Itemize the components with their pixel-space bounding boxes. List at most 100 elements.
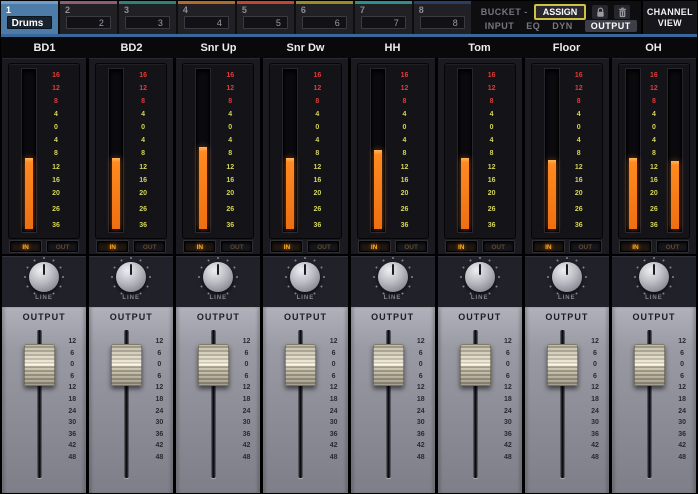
output-section: OUTPUT 12 6 0 6 12 18 24 30 36 42 48 — [176, 307, 261, 493]
trash-icon[interactable] — [614, 5, 631, 19]
scale-tick-label: 42 — [155, 442, 164, 450]
out-button[interactable]: OUT — [47, 241, 79, 252]
scale-tick-label: 12 — [487, 85, 496, 93]
bucket-name-field[interactable]: Drums — [7, 16, 52, 29]
line-knob[interactable] — [29, 262, 60, 292]
line-knob[interactable] — [116, 262, 147, 292]
scale-tick-label: 16 — [52, 176, 60, 184]
output-fader[interactable] — [459, 344, 491, 386]
in-button[interactable]: IN — [10, 241, 42, 252]
meter-section: 16 12 8 4 0 4 8 12 16 20 26 36 IN OUT — [2, 58, 87, 254]
output-fader[interactable] — [285, 344, 317, 386]
scale-tick-label: 12 — [139, 85, 148, 93]
bucket-tab-8[interactable]: 8 8 — [413, 1, 471, 34]
line-knob[interactable] — [290, 262, 321, 292]
in-button[interactable]: IN — [532, 241, 564, 252]
section-tab-output[interactable]: OUTPUT — [584, 20, 637, 32]
section-tab-eq[interactable]: EQ — [526, 21, 540, 31]
bucket-tab-4[interactable]: 4 4 — [177, 1, 235, 34]
channel-strip-oh: 16 12 8 4 0 4 8 12 16 20 26 36 IN OUT LINE OUTPUT 1… — [611, 58, 696, 493]
output-fader[interactable] — [546, 344, 578, 386]
out-button[interactable]: OUT — [656, 241, 688, 252]
scale-tick-label: 20 — [226, 189, 235, 197]
out-button[interactable]: OUT — [221, 241, 253, 252]
scale-tick-label: 12 — [329, 338, 338, 345]
output-fader[interactable] — [372, 344, 404, 386]
line-knob-section: LINE — [176, 254, 261, 307]
scale-tick-label: 8 — [228, 150, 233, 158]
out-button[interactable]: OUT — [482, 241, 514, 252]
out-button[interactable]: OUT — [134, 241, 166, 252]
bucket-tab-1[interactable]: 1 Drums — [1, 1, 58, 34]
bucket-tab-2[interactable]: 2 2 — [59, 1, 117, 34]
bucket-tab-3[interactable]: 3 3 — [118, 1, 176, 34]
output-fader[interactable] — [198, 344, 230, 386]
out-button[interactable]: OUT — [308, 241, 340, 252]
scale-tick-label: 12 — [242, 338, 251, 345]
scale-tick-label: 36 — [68, 430, 77, 438]
section-tab-input[interactable]: INPUT — [485, 21, 515, 31]
scale-tick-label: 24 — [591, 407, 599, 415]
scale-tick-label: 36 — [503, 430, 512, 438]
section-tab-dyn[interactable]: DYN — [552, 21, 573, 31]
line-knob[interactable] — [638, 262, 669, 292]
line-knob[interactable] — [551, 262, 582, 292]
bucket-tab-7[interactable]: 7 7 — [354, 1, 412, 34]
meter-section: 16 12 8 4 0 4 8 12 16 20 26 36 IN OUT — [524, 58, 609, 254]
scale-tick-label: 30 — [68, 419, 77, 427]
out-button[interactable]: OUT — [569, 241, 601, 252]
scale-tick-label: 16 — [313, 176, 322, 184]
channel-name: OH — [645, 41, 662, 54]
output-label: OUTPUT — [22, 312, 66, 322]
scale-tick-label: 6 — [244, 372, 249, 380]
output-fader[interactable] — [111, 344, 143, 386]
in-button[interactable]: IN — [271, 241, 303, 252]
line-knob-label: LINE — [209, 295, 228, 301]
bucket-tab-5[interactable]: 5 5 — [236, 1, 294, 34]
in-button[interactable]: IN — [184, 241, 216, 252]
meter-section: 16 12 8 4 0 4 8 12 16 20 26 36 IN OUT — [89, 58, 174, 254]
bucket-name-field[interactable]: 4 — [183, 16, 229, 29]
scale-tick-label: 26 — [139, 205, 148, 213]
line-knob[interactable] — [203, 262, 234, 292]
bucket-name-field[interactable]: 7 — [360, 16, 406, 29]
bucket-name-field[interactable]: 2 — [65, 16, 111, 29]
in-button[interactable]: IN — [358, 241, 390, 252]
bucket-name-field[interactable]: 8 — [419, 16, 465, 29]
line-knob[interactable] — [464, 262, 495, 292]
output-fader[interactable] — [24, 344, 55, 386]
meter-bar — [547, 159, 556, 229]
output-section: OUTPUT 12 6 0 6 12 18 24 30 36 42 48 — [611, 307, 696, 493]
bucket-name-field[interactable]: 6 — [301, 16, 347, 29]
scale-tick-label: 12 — [591, 338, 599, 345]
assign-button[interactable]: ASSIGN — [533, 4, 587, 20]
lock-icon[interactable] — [592, 5, 609, 19]
output-fader[interactable] — [633, 344, 665, 386]
channel-strip-tom: 16 12 8 4 0 4 8 12 16 20 26 36 IN OUT LINE OUTPUT 1… — [437, 58, 522, 493]
fader-scale: 12 6 0 6 12 18 24 30 36 42 48 — [591, 338, 599, 461]
scale-tick-label: 12 — [574, 85, 583, 93]
in-button[interactable]: IN — [97, 241, 129, 252]
scale-tick-label: 48 — [155, 453, 164, 461]
in-button[interactable]: IN — [445, 241, 477, 252]
out-button[interactable]: OUT — [395, 241, 427, 252]
scale-tick-label: 0 — [54, 124, 58, 132]
scale-tick-label: 36 — [313, 221, 322, 229]
scale-tick-label: 12 — [313, 163, 322, 171]
channel-view-button[interactable]: CHANNEL VIEW — [640, 1, 697, 34]
channel-strip-snr-dw: 16 12 8 4 0 4 8 12 16 20 26 36 IN OUT LINE OUTPUT 1… — [263, 58, 348, 493]
scale-tick-label: 12 — [52, 163, 60, 171]
bucket-name-field[interactable]: 5 — [242, 16, 288, 29]
scale-tick-label: 4 — [651, 111, 656, 119]
scale-tick-label: 16 — [313, 72, 322, 79]
bucket-tab-6[interactable]: 6 6 — [295, 1, 353, 34]
line-knob-label: LINE — [383, 295, 402, 301]
in-button[interactable]: IN — [619, 241, 651, 252]
channel-view-label: CHANNEL — [646, 6, 693, 17]
line-knob-section: LINE — [350, 254, 435, 307]
channel-name: BD1 — [33, 41, 56, 54]
scale-tick-label: 20 — [400, 189, 409, 197]
bucket-name-field[interactable]: 3 — [124, 16, 170, 29]
line-knob[interactable] — [377, 262, 408, 292]
scale-tick-label: 4 — [228, 111, 233, 119]
